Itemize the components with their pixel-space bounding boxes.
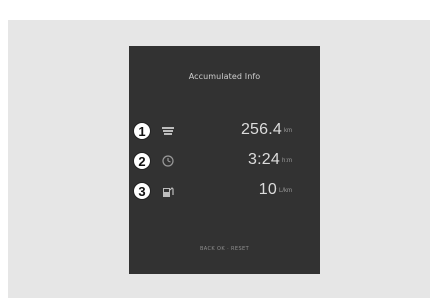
screen-footer-hint: BACK OK · RESET: [199, 246, 250, 252]
clock-icon: [161, 154, 175, 168]
screen-title: Accumulated Info: [188, 72, 261, 81]
fuel-value: 10: [258, 181, 277, 198]
callout-badge-1: 1: [133, 122, 151, 140]
time-value: 3:24: [248, 151, 280, 168]
info-row-distance: 1 256.4 km: [129, 120, 320, 142]
fuel-readout: 10 L/km: [259, 181, 292, 199]
fuel-economy-icon: [161, 124, 175, 138]
distance-unit: km: [284, 128, 292, 134]
fuel-pump-icon: [161, 184, 175, 198]
time-readout: 3:24 h:m: [248, 151, 292, 169]
distance-value: 256.4: [240, 121, 282, 138]
accumulated-info-screen: Accumulated Info 1 256.4 km 2 3:24 h:m 3…: [129, 46, 320, 274]
fuel-unit: L/km: [278, 188, 292, 194]
distance-readout: 256.4 km: [241, 121, 292, 139]
callout-badge-3: 3: [133, 182, 151, 200]
info-row-time: 2 3:24 h:m: [129, 150, 320, 172]
time-unit: h:m: [281, 158, 292, 164]
info-row-fuel: 3 10 L/km: [129, 180, 320, 202]
callout-badge-2: 2: [133, 152, 151, 170]
